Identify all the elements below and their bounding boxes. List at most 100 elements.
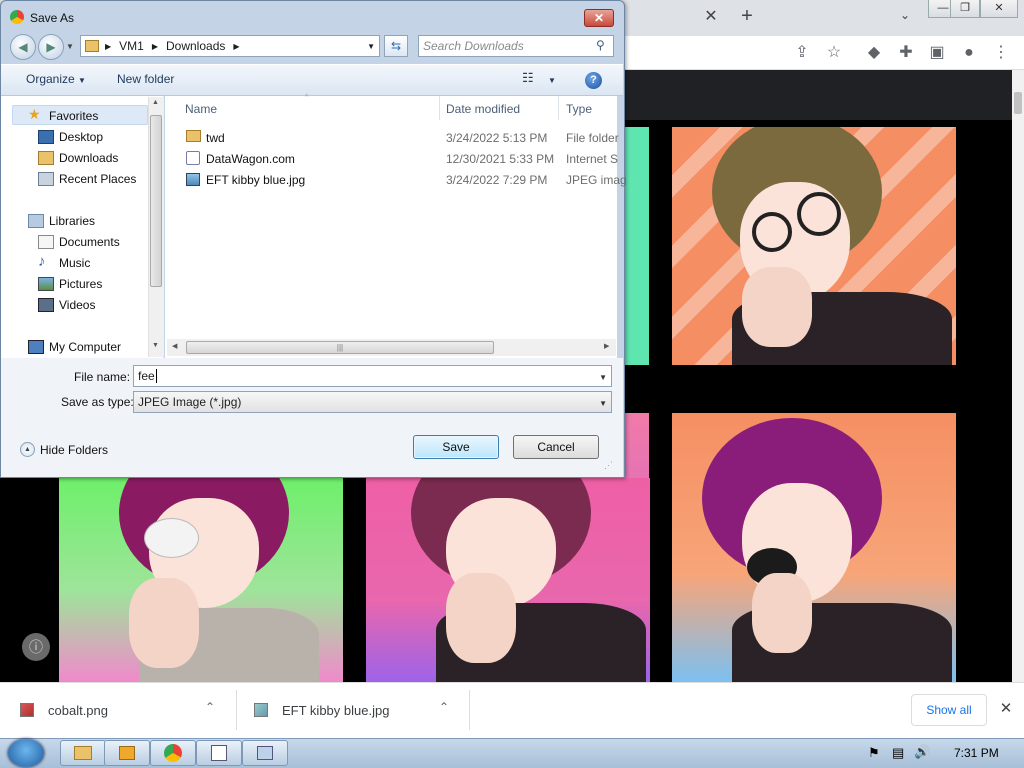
search-input[interactable]: Search Downloads <box>418 35 614 57</box>
divider <box>469 690 470 730</box>
breadcrumb-separator-icon[interactable]: ▶ <box>233 42 239 51</box>
page-scrollbar[interactable] <box>1012 70 1024 682</box>
recent-places-icon <box>38 172 54 186</box>
menu-icon[interactable]: ⋮ <box>990 42 1012 64</box>
videos-icon <box>38 298 54 312</box>
chevron-up-icon[interactable]: ⌃ <box>439 700 449 714</box>
nav-scrollbar-thumb[interactable] <box>150 115 162 287</box>
window-taskbar-button[interactable] <box>242 740 288 766</box>
search-icon[interactable]: ⚲ <box>596 38 605 52</box>
profile-icon[interactable]: ● <box>958 42 980 64</box>
organize-button[interactable]: Organize ▼ <box>26 72 86 86</box>
scroll-right-arrow-icon[interactable]: ▶ <box>604 342 609 350</box>
chevron-down-icon[interactable]: ▼ <box>548 76 556 85</box>
media-player-taskbar-button[interactable] <box>104 740 150 766</box>
breadcrumb-separator-icon[interactable]: ▶ <box>152 42 158 51</box>
save-button[interactable]: Save <box>413 435 499 459</box>
scroll-left-arrow-icon[interactable]: ◀ <box>172 342 177 350</box>
cancel-button[interactable]: Cancel <box>513 435 599 459</box>
save-as-type-label: Save as type: <box>61 395 134 409</box>
chevron-down-icon[interactable]: ▼ <box>599 368 607 388</box>
libraries-icon <box>28 214 44 228</box>
new-tab-button[interactable]: + <box>737 5 757 27</box>
favorites-star-icon: ★ <box>28 106 41 122</box>
puzzle-icon[interactable]: ✚ <box>895 42 917 64</box>
chrome-taskbar-button[interactable] <box>150 740 196 766</box>
file-row-name[interactable]: twd <box>206 131 225 145</box>
clock[interactable]: 7:31 PM <box>954 746 999 760</box>
nav-pictures[interactable]: Pictures <box>59 277 102 291</box>
chevron-down-icon[interactable]: ▼ <box>599 394 607 414</box>
column-header-name[interactable]: Name <box>185 102 217 116</box>
star-icon[interactable]: ☆ <box>823 42 845 64</box>
flag-icon[interactable]: ⚑ <box>868 745 880 761</box>
history-dropdown-icon[interactable]: ▼ <box>66 42 74 51</box>
pictures-icon <box>38 277 54 291</box>
close-downloads-bar-icon[interactable]: ✕ <box>998 699 1014 717</box>
chevron-up-icon[interactable]: ⌃ <box>205 700 215 714</box>
scroll-up-arrow-icon[interactable]: ▲ <box>152 99 159 106</box>
download-item[interactable]: cobalt.png <box>20 682 108 738</box>
file-row-name[interactable]: EFT kibby blue.jpg <box>206 173 305 187</box>
dialog-close-button[interactable]: ✕ <box>584 9 614 27</box>
nav-recent-places[interactable]: Recent Places <box>59 172 136 186</box>
breadcrumb-separator-icon[interactable]: ▶ <box>105 42 111 51</box>
download-item[interactable]: EFT kibby blue.jpg <box>254 682 389 738</box>
address-bar[interactable]: ▶ VM1 ▶ Downloads ▶ ▼ <box>80 35 380 57</box>
horizontal-scrollbar-thumb[interactable]: ||| <box>186 341 494 354</box>
resize-grip-icon[interactable]: ⋰ <box>604 460 613 471</box>
column-divider[interactable] <box>558 96 559 120</box>
help-icon[interactable]: ? <box>585 72 602 89</box>
column-divider[interactable] <box>439 96 440 120</box>
nav-desktop[interactable]: Desktop <box>59 130 103 144</box>
nav-favorites[interactable]: Favorites <box>49 109 98 123</box>
nav-music[interactable]: Music <box>59 256 90 270</box>
nav-downloads[interactable]: Downloads <box>59 151 118 165</box>
file-name-input[interactable]: fee ▼ <box>133 365 612 387</box>
start-button[interactable] <box>8 739 44 767</box>
new-folder-button[interactable]: New folder <box>117 72 174 86</box>
editor-taskbar-button[interactable] <box>196 740 242 766</box>
breadcrumb-item[interactable]: VM1 <box>119 39 144 53</box>
scroll-down-arrow-icon[interactable]: ▼ <box>152 342 159 349</box>
nav-my-computer[interactable]: My Computer <box>49 340 121 354</box>
info-icon[interactable]: ⓘ <box>22 633 50 661</box>
back-button[interactable]: ◀ <box>10 34 36 60</box>
column-header-type[interactable]: Type <box>566 102 592 116</box>
page-scrollbar-thumb[interactable] <box>1014 92 1022 114</box>
artwork-image[interactable] <box>672 413 956 682</box>
view-options-icon[interactable]: ☷ <box>522 70 534 86</box>
divider <box>236 690 237 730</box>
tab-close-icon[interactable]: ✕ <box>703 8 719 26</box>
share-icon[interactable]: ⇪ <box>791 42 813 64</box>
nav-videos[interactable]: Videos <box>59 298 95 312</box>
explorer-taskbar-button[interactable] <box>60 740 106 766</box>
network-icon[interactable]: ▤ <box>892 745 904 761</box>
sidepanel-icon[interactable]: ▣ <box>926 42 948 64</box>
show-all-button[interactable]: Show all <box>911 694 987 726</box>
collapse-arrow-icon[interactable]: ▲ <box>20 442 35 457</box>
forward-button[interactable]: ▶ <box>38 34 64 60</box>
dialog-title: Save As <box>30 11 75 25</box>
artwork-image-edge <box>622 127 649 365</box>
tab-search-chevron-icon[interactable]: ⌄ <box>896 8 914 26</box>
chrome-icon <box>164 744 182 762</box>
artwork-image[interactable] <box>59 478 343 682</box>
folder-icon <box>74 746 92 760</box>
extension-icon[interactable]: ◆ <box>863 42 885 64</box>
file-row-name[interactable]: DataWagon.com <box>206 152 295 166</box>
nav-libraries[interactable]: Libraries <box>49 214 95 228</box>
breadcrumb-item[interactable]: Downloads <box>166 39 225 53</box>
window-close-button[interactable]: ✕ <box>980 0 1018 18</box>
column-header-date[interactable]: Date modified <box>446 102 520 116</box>
artwork-image[interactable] <box>366 478 650 682</box>
maximize-button[interactable]: ❐ <box>950 0 980 18</box>
volume-icon[interactable]: 🔊 <box>914 744 930 760</box>
refresh-icon[interactable]: ⇆ <box>384 35 408 57</box>
hide-folders-button[interactable]: Hide Folders <box>40 443 108 457</box>
artwork-image[interactable] <box>672 127 956 365</box>
nav-documents[interactable]: Documents <box>59 235 120 249</box>
file-row-type: Internet S <box>566 152 619 166</box>
save-as-type-select[interactable]: JPEG Image (*.jpg) ▼ <box>133 391 612 413</box>
address-dropdown-icon[interactable]: ▼ <box>367 42 375 51</box>
